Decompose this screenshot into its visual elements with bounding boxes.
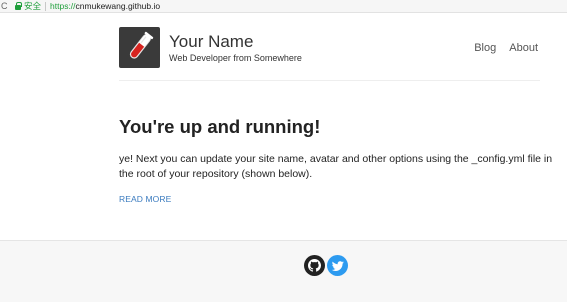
twitter-icon[interactable] [327, 255, 348, 276]
read-more-link[interactable]: READ MORE [119, 194, 171, 204]
post-excerpt: ye! Next you can update your site name, … [119, 153, 553, 180]
twitter-bird-glyph [331, 260, 344, 271]
github-icon[interactable] [304, 255, 325, 276]
nav-link-about[interactable]: About [509, 42, 538, 54]
site-name[interactable]: Your Name [169, 32, 253, 52]
site-footer [0, 240, 567, 302]
url-scheme: https:// [50, 1, 76, 11]
url-host: cnmukewang.github.io [75, 1, 161, 11]
site-description: Web Developer from Somewhere [169, 53, 302, 63]
test-tube-icon [129, 31, 154, 59]
browser-address-bar: C 安全 https://cnmukewang.github.io [0, 0, 567, 13]
post-preview: You're up and running! ye! Next you can … [119, 114, 559, 207]
avatar[interactable] [119, 27, 160, 68]
post-title[interactable]: You're up and running! [119, 114, 559, 140]
site-header: Your Name Web Developer from Somewhere B… [119, 27, 540, 81]
nav-link-blog[interactable]: Blog [474, 42, 496, 54]
github-octocat-glyph [308, 259, 321, 272]
url-field[interactable]: https://cnmukewang.github.io [50, 1, 160, 11]
reload-icon[interactable]: C [1, 0, 11, 13]
lock-icon [15, 2, 22, 10]
main-nav: Blog About [474, 42, 538, 54]
divider [45, 1, 47, 11]
social-links [304, 255, 348, 276]
secure-label: 安全 [24, 1, 42, 11]
